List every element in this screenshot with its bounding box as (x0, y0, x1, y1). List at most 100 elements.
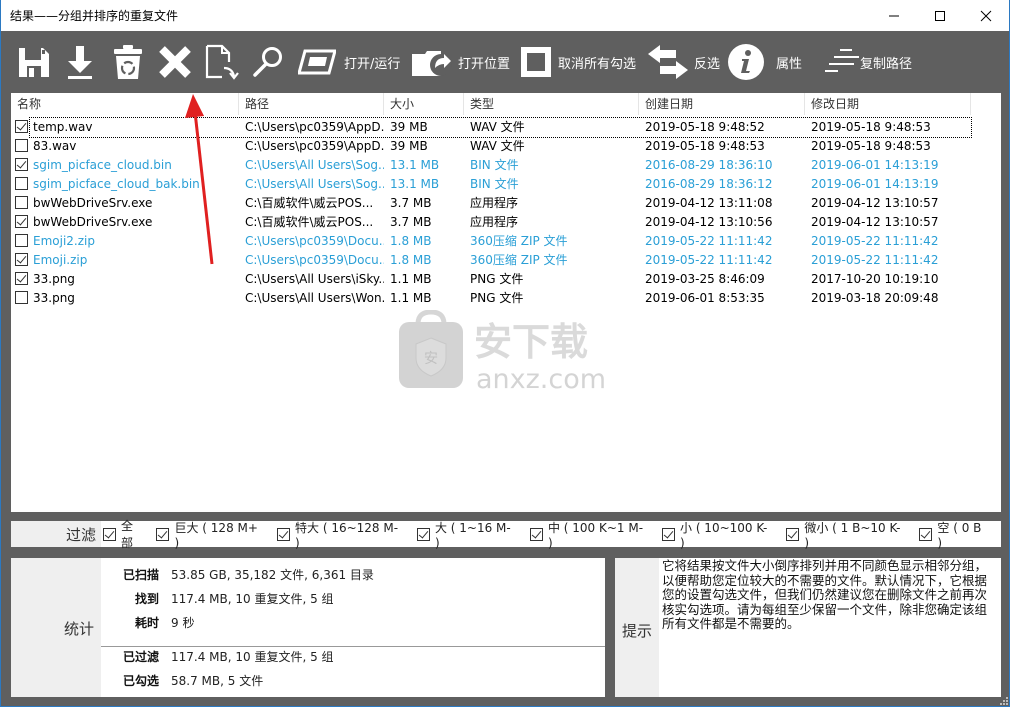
open-location-button[interactable]: 打开位置 (411, 31, 510, 93)
download-icon (68, 46, 92, 79)
file-name: bwWebDriveSrv.exe (33, 214, 153, 229)
cell-name: bwWebDriveSrv.exe (11, 215, 239, 229)
column-header-modified[interactable]: 修改日期 (805, 93, 971, 115)
column-header-size[interactable]: 大小 (384, 93, 464, 115)
cell-path: C:\Users\All Users\Won... (245, 290, 384, 305)
copy-path-label: 复制路径 (860, 56, 913, 72)
column-header-path[interactable]: 路径 (239, 93, 384, 115)
filter-bar: 过滤 全部 巨大 ( 128 M+ ) 特大 ( 16~128 M- ) 大 ( 1~… (11, 519, 1001, 550)
row-checkbox[interactable] (15, 177, 28, 190)
export-button[interactable] (65, 31, 95, 93)
cell-path: C:\Users\pc0359\Docu... (245, 233, 384, 248)
row-checkbox[interactable] (15, 120, 28, 133)
filter-option[interactable]: 空 ( 0 B ) (919, 519, 989, 550)
filter-checkbox[interactable] (919, 527, 933, 541)
filter-checkbox[interactable] (156, 527, 170, 541)
stat-value: 117.4 MB, 10 重复文件, 5 组 (171, 591, 334, 606)
column-header-name[interactable]: 名称 (11, 93, 239, 115)
filter-option[interactable]: 中 ( 100 K~1 M- ) (529, 519, 650, 550)
filter-option-label: 空 ( 0 B ) (937, 520, 982, 550)
tips-label: 提示 (615, 558, 659, 697)
filter-option[interactable]: 巨大 ( 128 M+ ) (156, 519, 265, 550)
column-header-type[interactable]: 类型 (464, 93, 639, 115)
filter-checkbox[interactable] (529, 527, 543, 541)
stats-content: 已扫描 53.85 GB, 35,182 文件, 6,361 目录 找到 117… (101, 558, 605, 697)
file-name: 33.png (33, 271, 75, 286)
cell-name: Emoji2.zip (11, 234, 239, 248)
cell-size: 1.1 MB (390, 290, 432, 305)
open-run-button[interactable]: 打开/运行 (298, 31, 400, 93)
filter-option[interactable]: 大 ( 1~16 M- ) (416, 519, 518, 550)
table-row[interactable]: sgim_picface_cloud.bin C:\Users\All Users… (11, 155, 971, 174)
find-button[interactable] (252, 31, 284, 93)
cell-type: 360压缩 ZIP 文件 (470, 253, 568, 267)
stat-key: 已过滤 (122, 649, 159, 664)
close-button[interactable] (963, 0, 1009, 31)
column-header-created[interactable]: 创建日期 (639, 93, 805, 115)
save-icon (19, 48, 49, 77)
cell-size: 39 MB (390, 119, 428, 134)
stat-key: 已扫描 (122, 567, 159, 582)
cell-type: PNG 文件 (470, 291, 524, 305)
watermark-cn: 安下载 (474, 320, 588, 364)
cell-path: C:\百威软件\威云POS... (245, 196, 374, 210)
filter-checkbox[interactable] (103, 527, 116, 541)
row-checkbox[interactable] (15, 253, 28, 266)
copy-path-button[interactable]: 复制路径 (824, 31, 912, 93)
cell-created: 2016-08-29 18:36:10 (645, 157, 773, 172)
delete-button[interactable] (158, 31, 192, 93)
invert-selection-button[interactable]: 反选 (648, 31, 720, 93)
cell-modified: 2019-06-01 14:13:19 (811, 176, 939, 191)
uncheck-all-button[interactable]: 取消所有勾选 (521, 31, 636, 93)
file-name: sgim_picface_cloud.bin (33, 157, 172, 172)
toolbar: 打开/运行 打开位置 取消所有勾选 反选 属性 复制路径 (1, 31, 1009, 93)
table-row[interactable]: sgim_picface_cloud_bak.bin C:\Users\All U… (11, 174, 971, 193)
move-button[interactable] (204, 31, 240, 93)
table-row[interactable]: bwWebDriveSrv.exe C:\百威软件\威云POS... 3.7 MB 应… (11, 212, 971, 231)
cell-size: 13.1 MB (390, 176, 440, 191)
row-checkbox[interactable] (15, 291, 28, 304)
search-icon (253, 47, 282, 77)
results-list[interactable]: 名称 路径 大小 类型 创建日期 修改日期 temp.wav C:\Users\p… (11, 93, 1001, 512)
cell-path: C:\Users\All Users\iSky... (245, 271, 384, 286)
filter-option-label: 微小 ( 1 B~10 K- ) (804, 520, 901, 550)
filter-option[interactable]: 小 ( 10~100 K- ) (662, 519, 774, 550)
cell-created: 2019-05-22 11:11:42 (645, 252, 773, 267)
filter-option[interactable]: 特大 ( 16~128 M- ) (277, 519, 405, 550)
open-folder-icon (412, 51, 452, 76)
table-row[interactable]: 33.png C:\Users\All Users\Won... 1.1 MB PNG… (11, 288, 971, 307)
cell-modified: 2019-06-01 14:13:19 (811, 157, 939, 172)
row-checkbox[interactable] (15, 139, 28, 152)
resize-grip-icon[interactable] (1000, 697, 1008, 705)
cell-created: 2019-05-18 9:48:52 (645, 119, 765, 134)
save-button[interactable] (17, 31, 51, 93)
watermark-logo: 安 安下载 anxz.com (399, 310, 606, 395)
row-checkbox[interactable] (15, 215, 28, 228)
stat-filtered: 已过滤 117.4 MB, 10 重复文件, 5 组 (101, 645, 334, 667)
table-row[interactable]: 33.png C:\Users\All Users\iSky... 1.1 MB PN… (11, 269, 971, 288)
row-checkbox[interactable] (15, 158, 28, 171)
filter-checkbox[interactable] (662, 527, 675, 541)
filter-checkbox[interactable] (786, 527, 800, 541)
minimize-button[interactable] (871, 0, 917, 31)
cell-modified: 2019-04-12 13:10:57 (811, 214, 939, 229)
table-row[interactable]: 83.wav C:\Users\pc0359\AppD... 39 MB WAV 文件… (11, 136, 971, 155)
table-row[interactable]: Emoji2.zip C:\Users\pc0359\Docu... 1.8 MB 3… (11, 231, 971, 250)
table-row[interactable]: Emoji.zip C:\Users\pc0359\Docu... 1.8 MB 36… (11, 250, 971, 269)
recycle-button[interactable] (112, 31, 144, 93)
cell-created: 2019-06-01 8:53:35 (645, 290, 765, 305)
row-checkbox[interactable] (15, 272, 28, 285)
table-row[interactable]: bwWebDriveSrv.exe C:\百威软件\威云POS... 3.7 MB 应… (11, 193, 971, 212)
filter-option[interactable]: 微小 ( 1 B~10 K- ) (786, 519, 907, 550)
row-checkbox[interactable] (15, 196, 28, 209)
filter-checkbox[interactable] (416, 527, 430, 541)
info-icon (728, 44, 764, 80)
cell-path: C:\Users\pc0359\AppD... (245, 119, 384, 134)
row-checkbox[interactable] (15, 234, 28, 247)
maximize-button[interactable] (917, 0, 963, 31)
properties-button[interactable]: 属性 (728, 31, 802, 93)
filter-checkbox[interactable] (277, 527, 291, 541)
cell-name: sgim_picface_cloud.bin (11, 158, 239, 172)
filter-option[interactable]: 全部 (103, 517, 144, 551)
table-row[interactable]: temp.wav C:\Users\pc0359\AppD... 39 MB WAV … (11, 117, 972, 138)
